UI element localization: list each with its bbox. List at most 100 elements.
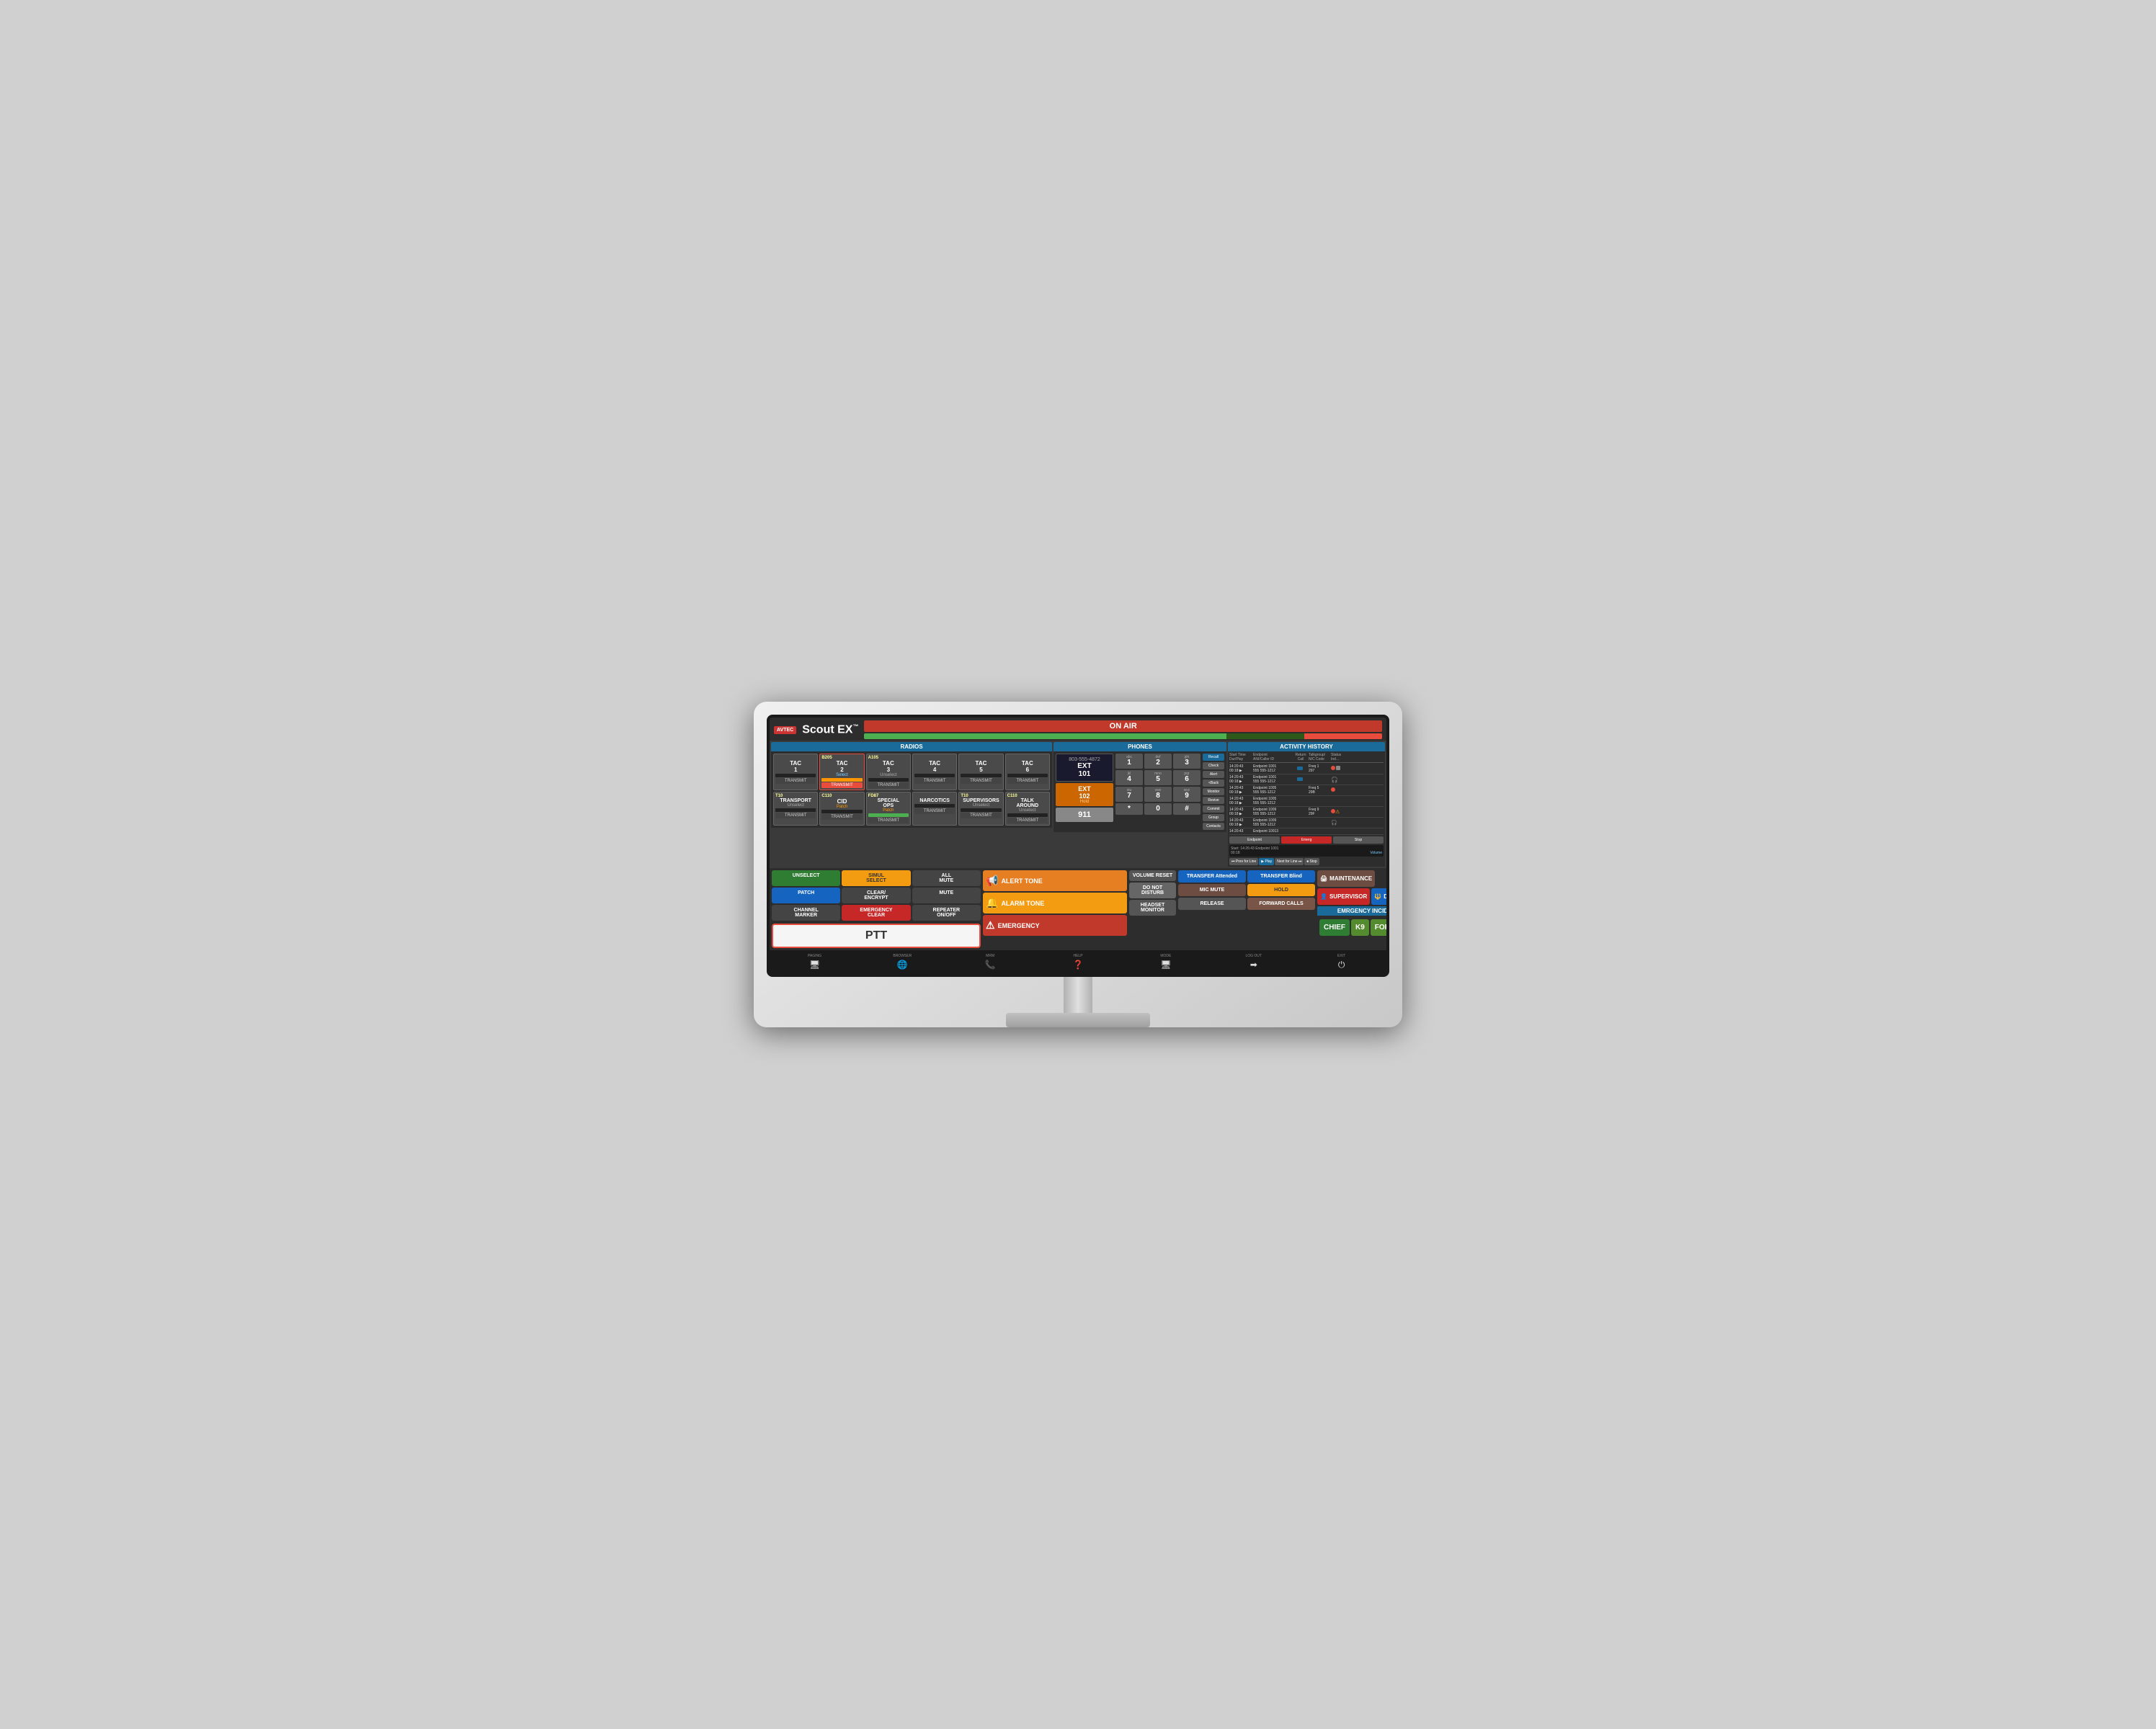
radio-cid[interactable]: C110 CID Patch TRANSMIT — [819, 792, 864, 826]
transfer-blind-btn[interactable]: TRANSFER Blind — [1247, 870, 1315, 883]
clear-encrypt-btn[interactable]: CLEAR/ENCRYPT — [842, 888, 910, 903]
logo: AVTEC — [774, 726, 796, 734]
radio-narcotics[interactable]: NARCOTICS TRANSMIT — [912, 792, 957, 826]
radio-tac2[interactable]: B205 TAC2 Select TRANSMIT — [819, 754, 864, 790]
forensics-btn[interactable]: FORENSICS — [1371, 919, 1386, 936]
back-btn[interactable]: <Back — [1203, 779, 1224, 787]
patch-btn[interactable]: PATCH — [772, 888, 840, 903]
taskbar-mode[interactable]: MODE 🖥 — [1122, 952, 1209, 973]
key-star[interactable]: * — [1115, 803, 1143, 815]
k9-btn[interactable]: K9 — [1351, 919, 1369, 936]
phones-content: 803-555-4872 EXT101 EXT102 Hold 911 — [1054, 751, 1226, 832]
hold-btn[interactable]: HOLD — [1247, 884, 1315, 896]
chief-btn[interactable]: CHIEF — [1319, 919, 1350, 936]
maintenance-btn[interactable]: 🖨 MAINTENANCE — [1317, 870, 1375, 887]
alert-tone-btn[interactable]: 📢 ALERT TONE — [983, 870, 1127, 891]
alert-ph-btn[interactable]: Alert — [1203, 771, 1224, 778]
taskbar-mrm[interactable]: MRM 📞 — [947, 952, 1034, 973]
key-6[interactable]: pqr6 — [1173, 770, 1200, 785]
key-1[interactable]: abc1 — [1115, 754, 1143, 769]
stop-scroll-btn[interactable]: Stop — [1333, 836, 1384, 844]
ptt-button[interactable]: PTT — [772, 924, 981, 948]
revive-btn[interactable]: Revive — [1203, 797, 1224, 804]
ext1-label: EXT101 — [1059, 762, 1110, 778]
commit-btn[interactable]: Commit — [1203, 805, 1224, 813]
radio-tac3[interactable]: A105 TAC3 Unselect TRANSMIT — [866, 754, 911, 790]
on-air-label: ON AIR — [864, 720, 1382, 732]
group-btn[interactable]: Group — [1203, 814, 1224, 821]
key-5[interactable]: mno5 — [1144, 770, 1172, 785]
forward-calls-btn[interactable]: FORWARD CALLS — [1247, 898, 1315, 910]
radio-row-1: TAC1 TRANSMIT B205 TAC2 Select TRANSMI — [773, 754, 1050, 790]
key-2[interactable]: def2 — [1144, 754, 1172, 769]
emergency-clear-btn[interactable]: EMERGENCYCLEAR — [842, 905, 910, 921]
recall-btn[interactable]: Recall — [1203, 754, 1224, 761]
radio-tac6[interactable]: TAC6 TRANSMIT — [1005, 754, 1050, 790]
supervisor-btn[interactable]: 👤 SUPERVISOR — [1317, 888, 1370, 905]
release-btn[interactable]: RELEASE — [1178, 898, 1246, 910]
ext2-box[interactable]: EXT102 Hold — [1056, 783, 1113, 806]
unselect-btn[interactable]: UNSELECT — [772, 870, 840, 886]
ext-911[interactable]: 911 — [1056, 808, 1113, 822]
radio-talk-around[interactable]: C110 TALKAROUND Unselect TRANSMIT — [1005, 792, 1050, 826]
radio-row-2: T10 TRANSPORT Unselect TRANSMIT C110 CID — [773, 792, 1050, 826]
radio-tac1[interactable]: TAC1 TRANSMIT — [773, 754, 818, 790]
mute-btn[interactable]: MUTE — [912, 888, 981, 903]
activity-col-headers: Start TimeDur/Play EndpointANI/Caller ID… — [1229, 753, 1384, 763]
badge-icon: 🔱 — [1374, 893, 1381, 900]
taskbar-logout[interactable]: LOG OUT ➡ — [1210, 952, 1297, 973]
taskbar-browser[interactable]: BROWSER 🌐 — [859, 952, 946, 973]
headset-monitor-btn[interactable]: HEADSET MONITOR — [1129, 900, 1176, 916]
prev-for-line-btn[interactable]: ⏮ Prev for Line — [1229, 858, 1258, 865]
ext2-label: EXT102 — [1058, 785, 1111, 800]
radio-supervisors[interactable]: T10 SUPERVISORS Unselect TRANSMIT — [958, 792, 1003, 826]
taskbar-exit[interactable]: EXIT ⏻ — [1298, 952, 1385, 973]
alarm-tone-btn[interactable]: 🔔 ALARM TONE — [983, 893, 1127, 913]
simul-select-btn[interactable]: SIMULSELECT — [842, 870, 910, 886]
do-not-disturb-btn[interactable]: DO NOT DISTURB — [1129, 883, 1176, 898]
radios-content: TAC1 TRANSMIT B205 TAC2 Select TRANSMI — [771, 751, 1052, 828]
key-hash[interactable]: # — [1173, 803, 1200, 815]
keypad-row-2: jkl4 mno5 pqr6 — [1115, 770, 1200, 785]
key-9[interactable]: wyz9 — [1173, 787, 1200, 802]
stop-btn[interactable]: ⏹ Stop — [1304, 858, 1319, 865]
radio-tac4[interactable]: TAC4 TRANSMIT — [912, 754, 957, 790]
monitor-btn[interactable]: Monitor — [1203, 788, 1224, 795]
key-3[interactable]: ghi3 — [1173, 754, 1200, 769]
app: AVTEC Scout EX™ ON AIR — [770, 718, 1386, 974]
stand-neck — [1064, 977, 1092, 1013]
radio-transport[interactable]: T10 TRANSPORT Unselect TRANSMIT — [773, 792, 818, 826]
monitor: AVTEC Scout EX™ ON AIR — [754, 702, 1402, 1027]
key-8[interactable]: vwx8 — [1144, 787, 1172, 802]
stand-base — [1006, 1013, 1150, 1027]
contacts-btn[interactable]: Contacts — [1203, 823, 1224, 830]
desk-sgt-btn[interactable]: 🔱 DESK SGT — [1371, 888, 1386, 905]
volume-reset-btn[interactable]: VOLUME RESET — [1129, 870, 1176, 881]
emerg-btn[interactable]: Emerg — [1281, 836, 1332, 844]
play-btn[interactable]: ▶ Play — [1259, 858, 1274, 865]
check-btn[interactable]: Check — [1203, 762, 1224, 769]
transport-btns: ⏮ Prev for Line ▶ Play Next for Line ⏭ ⏹… — [1229, 858, 1384, 865]
on-air-green — [864, 733, 1226, 739]
radio-special-ops[interactable]: FD87 SPECIALOPS Patch TRANSMIT — [866, 792, 911, 826]
repeater-btn[interactable]: REPEATERON/OFF — [912, 905, 981, 921]
radio-tac5[interactable]: TAC5 TRANSMIT — [958, 754, 1003, 790]
key-7[interactable]: stu7 — [1115, 787, 1143, 802]
all-mute-btn[interactable]: ALLMUTE — [912, 870, 981, 886]
key-0[interactable]: 0 — [1144, 803, 1172, 815]
emergency-btn[interactable]: ⚠ EMERGENCY — [983, 915, 1127, 936]
mic-mute-btn[interactable]: MIC MUTE — [1178, 884, 1246, 896]
taskbar-paging[interactable]: PAGING 🖥 — [771, 952, 858, 973]
taskbar-help[interactable]: HELP ❓ — [1035, 952, 1122, 973]
channel-marker-btn[interactable]: CHANNELMARKER — [772, 905, 840, 921]
key-4[interactable]: jkl4 — [1115, 770, 1143, 785]
next-for-line-btn[interactable]: Next for Line ⏭ — [1275, 858, 1304, 865]
activity-row-6: 14:20:4300:18 ▶ Endpoint 1009555 555-121… — [1229, 818, 1384, 828]
monitor-screen: AVTEC Scout EX™ ON AIR — [770, 718, 1386, 974]
megaphone-icon: 📢 — [986, 875, 998, 887]
transfer-attended-btn[interactable]: TRANSFER Attended — [1178, 870, 1246, 883]
endpoint-btn[interactable]: Endpoint — [1229, 836, 1280, 844]
alert-tone-label: ALERT TONE — [1001, 877, 1042, 885]
ph-row-3: RELEASE FORWARD CALLS — [1178, 898, 1315, 910]
paging-icon: 🖥 — [809, 960, 820, 970]
